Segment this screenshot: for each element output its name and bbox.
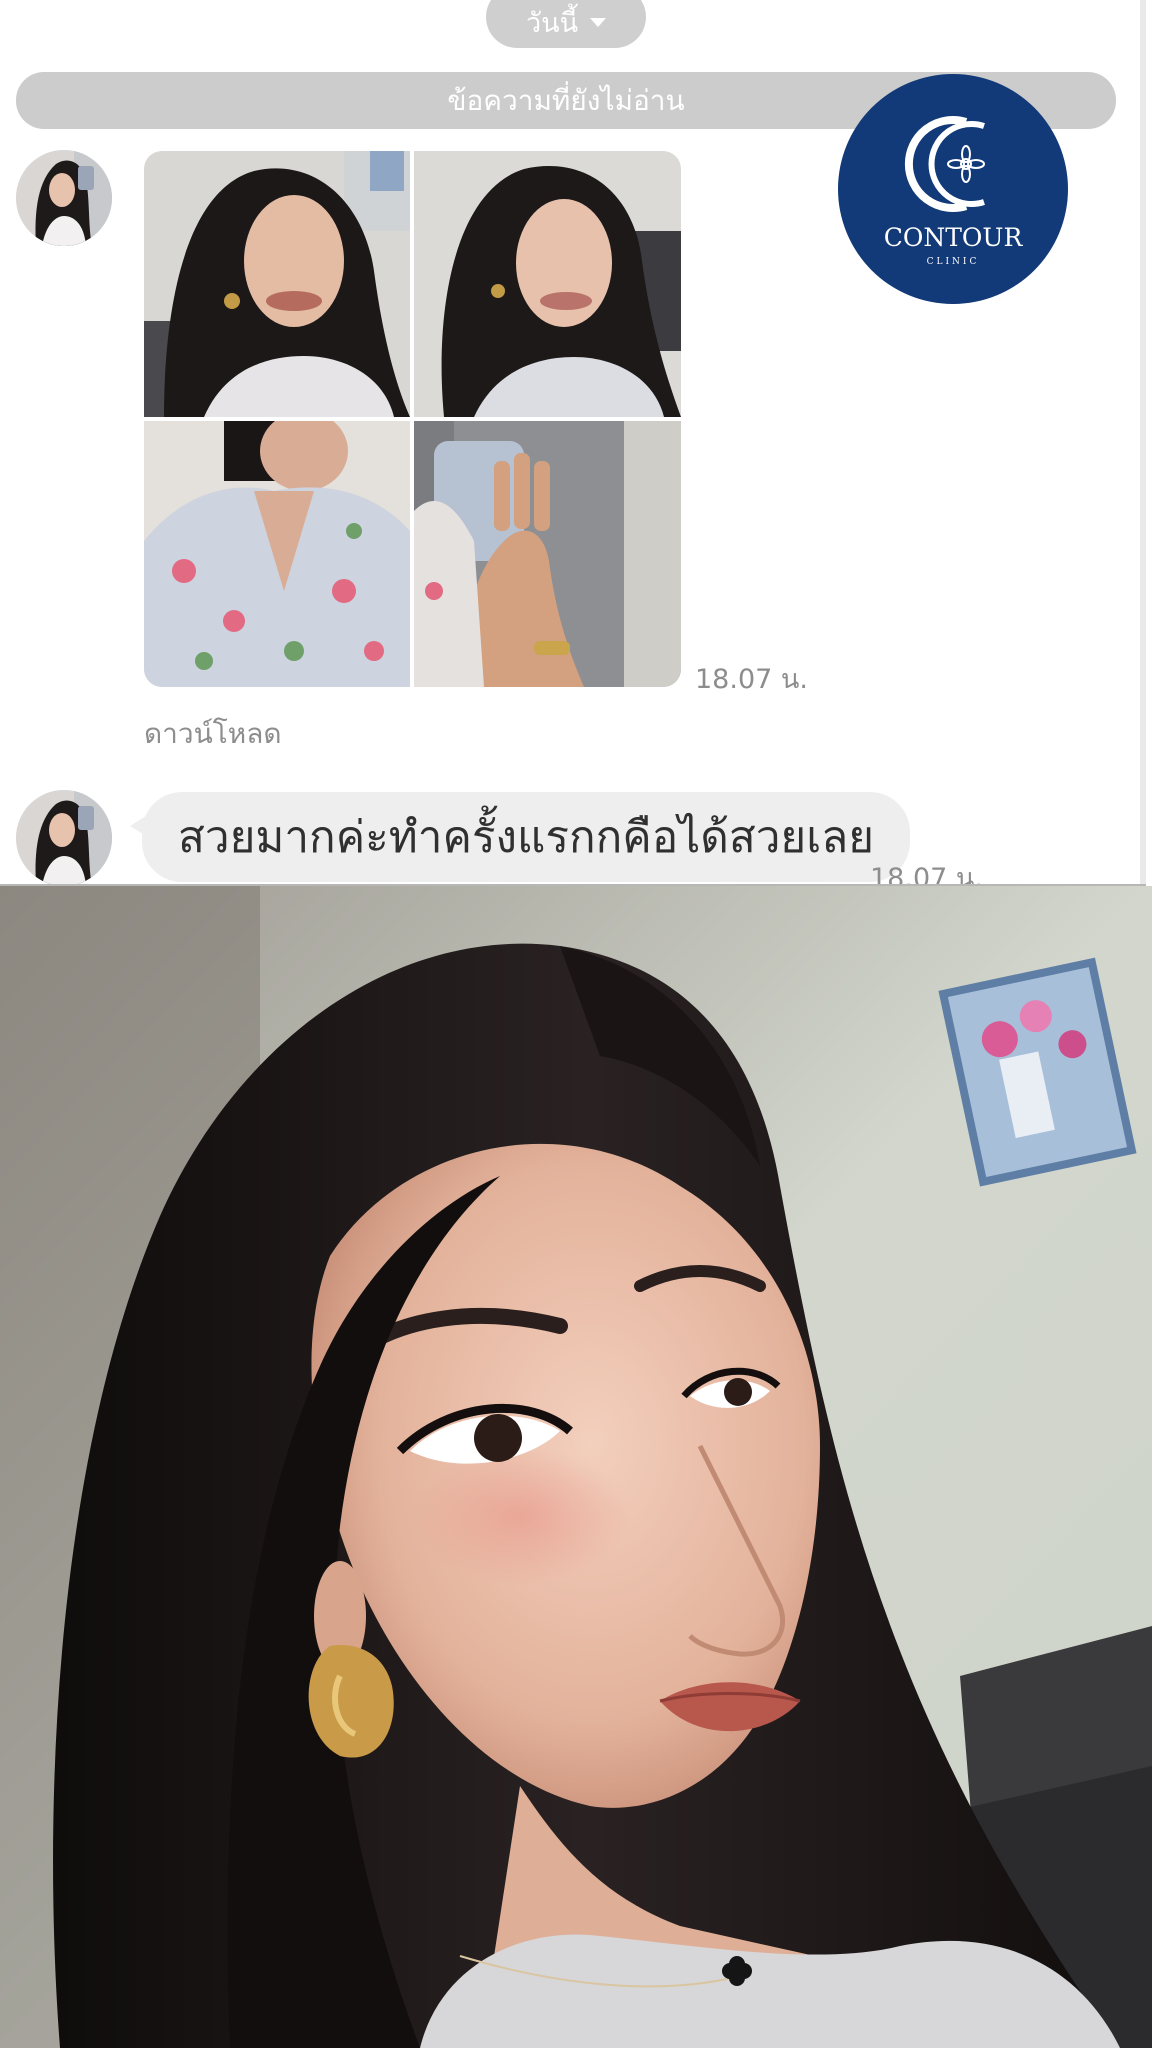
message-timestamp: 18.07 น. xyxy=(695,664,808,695)
album-photo-3[interactable] xyxy=(144,421,410,687)
message-text: สวยมากค่ะทำครั้งแรกกคือได้สวยเลย xyxy=(178,812,874,863)
logo-brand-text: CONTOUR xyxy=(884,223,1024,252)
photo-album[interactable] xyxy=(144,151,681,687)
sender-avatar[interactable] xyxy=(16,150,112,246)
sender-avatar[interactable] xyxy=(16,790,112,884)
message-bubble[interactable]: สวยมากค่ะทำครั้งแรกกคือได้สวยเลย xyxy=(142,792,910,882)
date-filter-button[interactable]: วันนี้ xyxy=(486,0,646,48)
album-photo-2[interactable] xyxy=(414,151,681,417)
album-photo-1[interactable] xyxy=(144,151,410,417)
message-timestamp: 18.07 น. xyxy=(870,863,983,884)
date-filter-label: วันนี้ xyxy=(525,7,579,39)
album-photo-4[interactable] xyxy=(414,421,681,687)
caret-down-icon xyxy=(590,17,607,27)
logo-sub-text: CLINIC xyxy=(927,257,980,267)
chat-screenshot: วันนี้ ข้อความที่ยังไม่อ่าน 18.07 น. ดาว… xyxy=(0,0,1146,884)
contour-clinic-logo: CONTOUR CLINIC xyxy=(838,74,1068,304)
result-photo xyxy=(0,886,1152,2048)
download-link[interactable]: ดาวน์โหลด xyxy=(144,712,282,756)
unread-divider-label: ข้อความที่ยังไม่อ่าน xyxy=(447,83,685,117)
scrollbar[interactable] xyxy=(1140,0,1146,884)
